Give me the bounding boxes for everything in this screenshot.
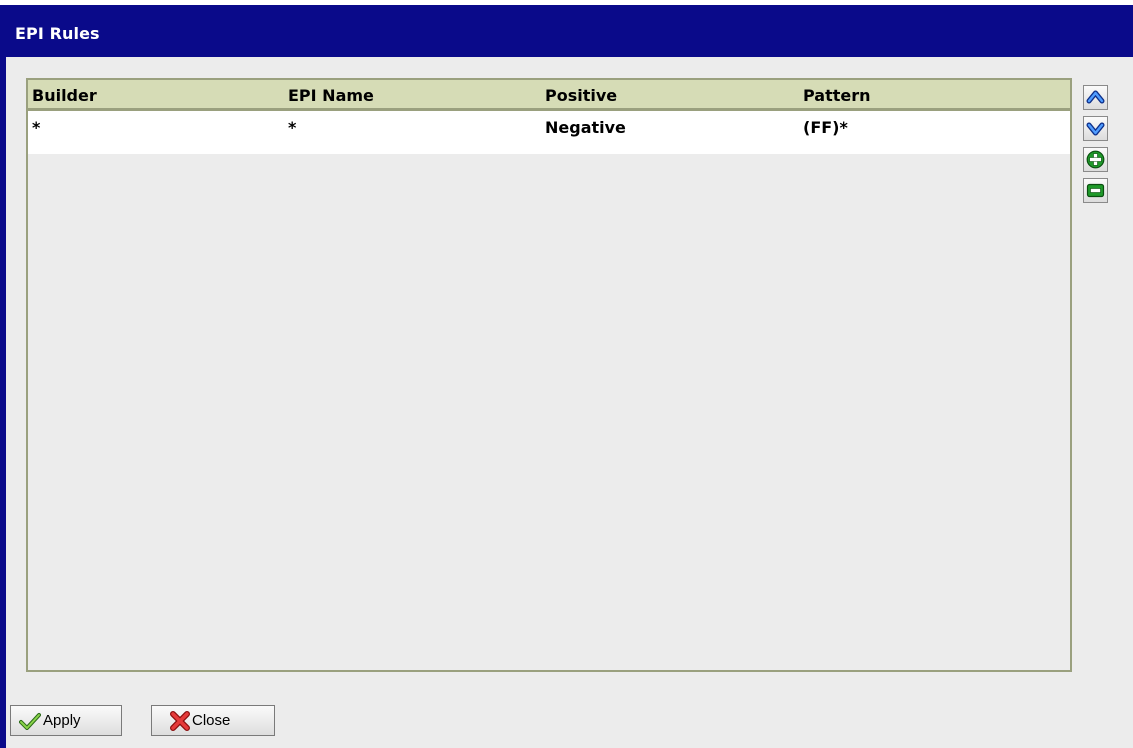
chevron-down-icon [1086, 122, 1105, 136]
column-header-builder[interactable]: Builder [32, 86, 97, 105]
title-bar: EPI Rules [6, 8, 1133, 57]
close-button[interactable]: Close [151, 705, 275, 736]
move-down-button[interactable] [1083, 116, 1108, 141]
table-row[interactable]: * * Negative (FF)* [28, 111, 1070, 154]
cell-pattern: (FF)* [803, 118, 848, 137]
close-label: Close [192, 712, 231, 729]
cell-positive: Negative [545, 118, 626, 137]
move-up-button[interactable] [1083, 85, 1108, 110]
window-title: EPI Rules [15, 24, 100, 43]
column-header-positive[interactable]: Positive [545, 86, 617, 105]
epi-rules-window: EPI Rules Builder EPI Name Positive Patt… [0, 5, 1133, 748]
apply-button[interactable]: Apply [10, 705, 122, 736]
minus-icon [1086, 183, 1105, 198]
chevron-up-icon [1086, 90, 1105, 104]
checkmark-icon [19, 712, 41, 730]
close-x-icon [170, 710, 190, 731]
apply-label: Apply [43, 712, 81, 729]
remove-rule-button[interactable] [1083, 178, 1108, 203]
column-header-pattern[interactable]: Pattern [803, 86, 871, 105]
column-header-epi-name[interactable]: EPI Name [288, 86, 374, 105]
cell-builder: * [32, 118, 41, 137]
rules-table: Builder EPI Name Positive Pattern * * Ne… [26, 78, 1072, 672]
cell-epi-name: * [288, 118, 297, 137]
plus-icon [1086, 150, 1105, 169]
table-header: Builder EPI Name Positive Pattern [28, 80, 1070, 111]
add-rule-button[interactable] [1083, 147, 1108, 172]
